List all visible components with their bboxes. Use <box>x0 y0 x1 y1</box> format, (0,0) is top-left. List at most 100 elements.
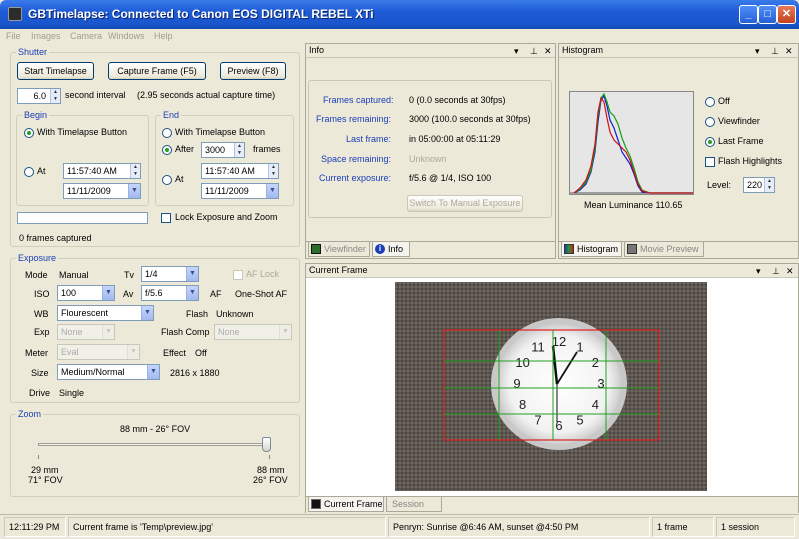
exposure-title: Exposure <box>16 253 59 263</box>
start-timelapse-button[interactable]: Start Timelapse <box>17 62 94 80</box>
end-date-input[interactable]: 11/11/2009 ▼ <box>201 183 279 199</box>
iso-select[interactable]: 100 ▼ <box>57 285 115 301</box>
actual-capture-time: (2.95 seconds actual capture time) <box>137 90 276 100</box>
flash-comp-dropdown-arrow[interactable]: ▼ <box>279 325 291 339</box>
viewfinder-icon <box>311 244 321 254</box>
pane-close-icon[interactable]: ✕ <box>785 45 793 57</box>
wb-select[interactable]: Flourescent ▼ <box>57 305 154 321</box>
end-frames-value: 3000 <box>205 145 226 155</box>
clock-numeral: 4 <box>592 397 599 412</box>
menu-camera[interactable]: Camera <box>70 29 102 43</box>
end-time-spinner[interactable]: ▲ ▼ <box>268 164 278 178</box>
end-date-dropdown[interactable]: ▼ <box>266 184 278 198</box>
title-bar[interactable]: GBTimelapse: Connected to Canon EOS DIGI… <box>0 0 799 29</box>
switch-manual-exposure-button[interactable]: Switch To Manual Exposure <box>407 195 523 212</box>
tv-dropdown-arrow[interactable]: ▼ <box>186 267 198 281</box>
pane-dock-icon[interactable]: ⊥ <box>772 265 780 277</box>
begin-at-radio[interactable] <box>24 167 34 177</box>
end-frames-spinner[interactable]: ▲ ▼ <box>234 143 244 157</box>
tab-session-log[interactable]: Session Log <box>386 497 442 523</box>
histogram-plot <box>569 91 694 195</box>
info-label-space-remaining: Space remaining: <box>320 154 391 164</box>
pane-dock-icon[interactable]: ⊥ <box>771 45 779 57</box>
menu-file[interactable]: File <box>6 29 21 43</box>
interval-spinner[interactable]: ▲ ▼ <box>50 89 60 103</box>
exp-dropdown-arrow[interactable]: ▼ <box>102 325 114 339</box>
maximize-button[interactable]: □ <box>758 5 777 24</box>
info-pane-header: Info ▾ ⊥ ✕ <box>306 44 555 58</box>
av-dropdown-arrow[interactable]: ▼ <box>186 286 198 300</box>
pane-pin-icon[interactable]: ▾ <box>755 45 760 57</box>
tv-select[interactable]: 1/4 ▼ <box>141 266 199 282</box>
af-lock-checkbox[interactable] <box>233 270 243 280</box>
end-time-input[interactable]: 11:57:40 AM ▲ ▼ <box>201 163 279 179</box>
end-at-radio[interactable] <box>162 175 172 185</box>
hist-off-radio[interactable] <box>705 97 715 107</box>
wb-label: WB <box>34 309 49 319</box>
pane-pin-icon[interactable]: ▾ <box>514 45 519 57</box>
end-frames-input[interactable]: 3000 ▲ ▼ <box>201 142 245 158</box>
effect-label: Effect <box>163 348 186 358</box>
begin-date-dropdown[interactable]: ▼ <box>128 184 140 198</box>
close-button[interactable]: ✕ <box>777 5 796 24</box>
begin-date-value: 11/11/2009 <box>67 186 111 196</box>
zoom-current: 88 mm - 26° FOV <box>120 424 191 434</box>
end-after-radio[interactable] <box>162 145 172 155</box>
flash-comp-value: None <box>218 327 240 337</box>
menu-help[interactable]: Help <box>154 29 173 43</box>
tab-info[interactable]: i Info <box>372 242 410 257</box>
menu-windows[interactable]: Windows <box>108 29 145 43</box>
size-label: Size <box>31 368 49 378</box>
menu-bar: File Images Camera Windows Help <box>0 29 799 43</box>
begin-time-input[interactable]: 11:57:40 AM ▲ ▼ <box>63 163 141 179</box>
tab-current-frame[interactable]: Current Frame <box>308 497 384 512</box>
lock-exposure-checkbox[interactable] <box>161 213 171 223</box>
wb-dropdown-arrow[interactable]: ▼ <box>141 306 153 320</box>
begin-at-label: At <box>37 166 46 176</box>
capture-frame-button[interactable]: Capture Frame (F5) <box>108 62 206 80</box>
size-select[interactable]: Medium/Normal ▼ <box>57 364 160 380</box>
pane-dock-icon[interactable]: ⊥ <box>530 45 538 57</box>
current-frame-title: Current Frame <box>309 265 368 275</box>
begin-date-input[interactable]: 11/11/2009 ▼ <box>63 183 141 199</box>
status-time: 12:11:29 PM <box>4 517 66 537</box>
interval-input[interactable]: 6.0 ▲ ▼ <box>17 88 61 104</box>
exp-select[interactable]: None ▼ <box>57 324 115 340</box>
hist-last-frame-radio[interactable] <box>705 137 715 147</box>
size-dropdown-arrow[interactable]: ▼ <box>147 365 159 379</box>
clock-numeral: 5 <box>576 412 583 427</box>
tab-histogram[interactable]: Histogram <box>561 242 622 257</box>
av-select[interactable]: f/5.6 ▼ <box>141 285 199 301</box>
flash-highlights-checkbox[interactable] <box>705 157 715 167</box>
frame-image[interactable]: 12 1 2 3 4 5 6 7 8 9 10 11 <box>395 282 707 491</box>
end-button-radio[interactable] <box>162 128 172 138</box>
zoom-slider-thumb[interactable] <box>262 437 271 452</box>
clock-numeral: 2 <box>592 355 599 370</box>
pane-pin-icon[interactable]: ▾ <box>756 265 761 277</box>
pane-close-icon[interactable]: ✕ <box>786 265 794 277</box>
zoom-slider-track[interactable] <box>38 443 270 446</box>
info-value-space-remaining: Unknown <box>409 154 447 164</box>
info-value-last-frame: in 05:00:00 at 05:11:29 <box>409 134 501 144</box>
movie-icon <box>627 244 637 254</box>
hist-level-input[interactable]: 220 ▲ ▼ <box>743 177 775 193</box>
minimize-button[interactable]: _ <box>739 5 758 24</box>
pane-close-icon[interactable]: ✕ <box>544 45 552 57</box>
hist-viewfinder-label: Viewfinder <box>718 116 760 126</box>
clock-numeral: 6 <box>555 418 562 433</box>
flash-comp-select[interactable]: None ▼ <box>214 324 292 340</box>
menu-images[interactable]: Images <box>31 29 61 43</box>
tab-viewfinder[interactable]: Viewfinder <box>308 242 370 257</box>
preview-button[interactable]: Preview (F8) <box>220 62 286 80</box>
begin-time-spinner[interactable]: ▲ ▼ <box>130 164 140 178</box>
tab-movie-preview[interactable]: Movie Preview <box>624 242 704 257</box>
begin-button-radio[interactable] <box>24 128 34 138</box>
hist-viewfinder-radio[interactable] <box>705 117 715 127</box>
end-at-label: At <box>175 174 184 184</box>
meter-select[interactable]: Eval ▼ <box>57 344 140 360</box>
meter-dropdown-arrow[interactable]: ▼ <box>127 345 139 359</box>
iso-dropdown-arrow[interactable]: ▼ <box>102 286 114 300</box>
hist-level-spinner[interactable]: ▲ ▼ <box>764 178 774 192</box>
status-frame-file: Current frame is 'Temp\preview.jpg' <box>68 517 386 537</box>
zoom-max-fov: 26° FOV <box>253 475 288 485</box>
